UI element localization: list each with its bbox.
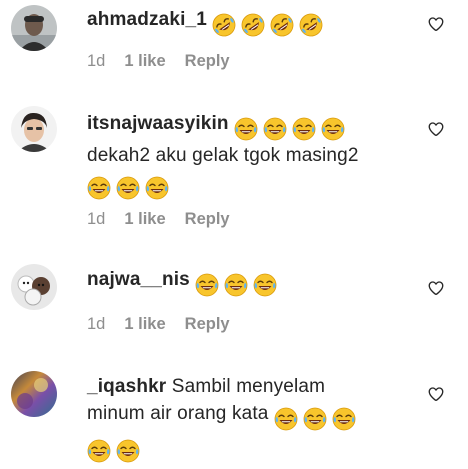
face-with-tears-of-joy-emoji	[321, 117, 345, 141]
face-with-tears-of-joy-emoji	[263, 117, 287, 141]
emoji-row	[212, 11, 328, 38]
comment-text: itsnajwaasyikin dekah2 aku gelak tgok ma…	[87, 110, 407, 201]
face-with-tears-of-joy-emoji	[292, 117, 316, 141]
comment-meta: 1d 1 like Reply	[87, 52, 249, 71]
comment-body-line2: minum air orang kata	[87, 403, 269, 424]
face-with-tears-of-joy-emoji	[145, 176, 169, 200]
face-with-tears-of-joy-emoji	[224, 273, 248, 297]
timestamp: 1d	[87, 52, 106, 70]
face-with-tears-of-joy-emoji	[87, 439, 111, 463]
avatar[interactable]	[11, 5, 57, 51]
face-with-tears-of-joy-emoji	[87, 176, 111, 200]
heart-icon[interactable]	[427, 120, 445, 138]
likes-count[interactable]: 1 like	[124, 52, 165, 71]
timestamp: 1d	[87, 315, 106, 333]
face-with-tears-of-joy-emoji	[116, 176, 140, 200]
comment-text: ahmadzaki_1	[87, 6, 407, 38]
emoji-row	[87, 174, 174, 201]
face-with-tears-of-joy-emoji	[253, 273, 277, 297]
comment-meta: 1d 1 like Reply	[87, 315, 249, 334]
comment-body: dekah2 aku gelak tgok masing2	[87, 145, 359, 166]
username[interactable]: itsnajwaasyikin	[87, 113, 229, 134]
heart-icon[interactable]	[427, 15, 445, 33]
likes-count[interactable]: 1 like	[124, 210, 165, 229]
username[interactable]: _iqashkr	[87, 376, 166, 397]
rolling-on-floor-laughing-emoji	[270, 13, 294, 37]
emoji-row	[274, 405, 361, 432]
likes-count[interactable]: 1 like	[124, 315, 165, 334]
reply-button[interactable]: Reply	[185, 52, 230, 71]
emoji-row	[234, 115, 350, 142]
reply-button[interactable]: Reply	[185, 315, 230, 334]
avatar[interactable]	[11, 371, 57, 417]
rolling-on-floor-laughing-emoji	[212, 13, 236, 37]
comment-body-line1: Sambil menyelam	[171, 376, 326, 397]
face-with-tears-of-joy-emoji	[332, 407, 356, 431]
comment-meta: 1d 1 like Reply	[87, 210, 249, 229]
heart-icon[interactable]	[427, 385, 445, 403]
comment-text: najwa__nis	[87, 266, 407, 298]
rolling-on-floor-laughing-emoji	[299, 13, 323, 37]
face-with-tears-of-joy-emoji	[116, 439, 140, 463]
face-with-tears-of-joy-emoji	[303, 407, 327, 431]
face-with-tears-of-joy-emoji	[274, 407, 298, 431]
emoji-row	[87, 437, 145, 464]
timestamp: 1d	[87, 210, 106, 228]
avatar[interactable]	[11, 264, 57, 310]
username[interactable]: ahmadzaki_1	[87, 9, 207, 30]
username[interactable]: najwa__nis	[87, 269, 190, 290]
emoji-row	[195, 271, 282, 298]
reply-button[interactable]: Reply	[185, 210, 230, 229]
rolling-on-floor-laughing-emoji	[241, 13, 265, 37]
comment-text: _iqashkr Sambil menyelam minum air orang…	[87, 373, 407, 464]
avatar[interactable]	[11, 106, 57, 152]
face-with-tears-of-joy-emoji	[195, 273, 219, 297]
heart-icon[interactable]	[427, 279, 445, 297]
face-with-tears-of-joy-emoji	[234, 117, 258, 141]
